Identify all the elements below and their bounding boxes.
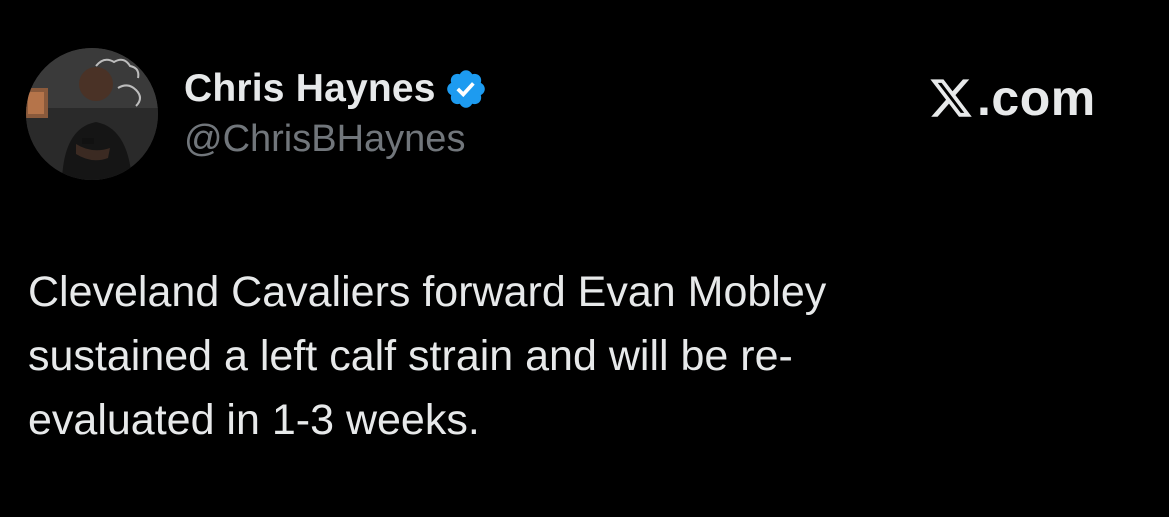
avatar[interactable] [26, 48, 158, 180]
tweet-text: Cleveland Cavaliers forward Evan Mobley … [28, 268, 827, 444]
brand-domain: .com [977, 70, 1096, 126]
display-name[interactable]: Chris Haynes [184, 67, 436, 111]
brand-logo: .com [928, 70, 1096, 126]
x-logo-icon [928, 75, 974, 121]
author-handle[interactable]: @ChrisBHaynes [184, 118, 465, 161]
verified-badge-icon [444, 67, 488, 111]
author-name-row[interactable]: Chris Haynes [184, 66, 488, 112]
